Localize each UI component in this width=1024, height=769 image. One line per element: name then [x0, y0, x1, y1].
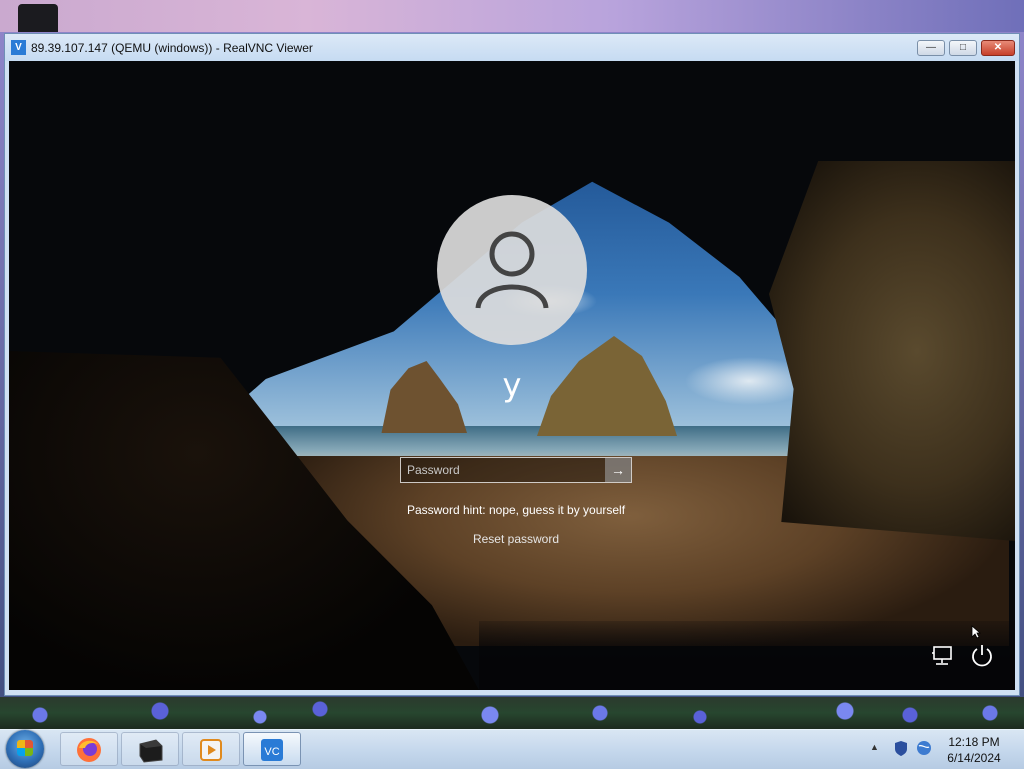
- tray-expand-button[interactable]: ▲: [870, 742, 879, 752]
- host-desktop-top: [0, 0, 1024, 32]
- network-icon[interactable]: [931, 645, 957, 667]
- reset-password-link[interactable]: Reset password: [441, 532, 591, 546]
- maximize-button[interactable]: □: [949, 40, 977, 56]
- host-desktop-object: [18, 4, 58, 32]
- password-field[interactable]: →: [400, 457, 632, 483]
- realvnc-icon: VC: [261, 739, 283, 761]
- taskbar: VC ▲ 12:18 PM 6/14/2024: [0, 729, 1024, 769]
- clock-date: 6/14/2024: [947, 751, 1001, 765]
- user-avatar-icon: [475, 231, 549, 309]
- taskbar-realvnc[interactable]: VC: [243, 732, 301, 766]
- network-globe-icon[interactable]: [916, 740, 932, 756]
- media-player-icon: [200, 739, 222, 761]
- window-title: 89.39.107.147 (QEMU (windows)) - RealVNC…: [31, 41, 313, 55]
- submit-arrow-button[interactable]: →: [605, 458, 631, 482]
- taskbar-media-player[interactable]: [182, 732, 240, 766]
- start-button[interactable]: [6, 730, 44, 768]
- realvnc-icon: V: [11, 40, 26, 55]
- clock-time: 12:18 PM: [948, 735, 1000, 749]
- remote-screen[interactable]: y → Password hint: nope, guess it by you…: [9, 61, 1015, 690]
- taskbar-terminal[interactable]: [121, 732, 179, 766]
- mouse-cursor-icon: [971, 625, 981, 639]
- minimize-button[interactable]: —: [917, 40, 945, 56]
- vnc-viewer-window: V 89.39.107.147 (QEMU (windows)) - RealV…: [4, 33, 1020, 696]
- close-button[interactable]: ✕: [981, 40, 1015, 56]
- username-label: y: [502, 366, 522, 404]
- user-avatar: [437, 195, 587, 345]
- password-input[interactable]: [401, 458, 605, 482]
- firefox-icon: [77, 738, 101, 762]
- window-titlebar[interactable]: V 89.39.107.147 (QEMU (windows)) - RealV…: [5, 34, 1019, 61]
- taskbar-firefox[interactable]: [60, 732, 118, 766]
- svg-text:VC: VC: [264, 746, 279, 758]
- background-cave-wall: [769, 161, 1015, 541]
- system-clock[interactable]: 12:18 PM 6/14/2024: [938, 734, 1010, 766]
- windows-logo-icon: [17, 740, 33, 756]
- terminal-icon: [139, 739, 163, 763]
- security-shield-icon[interactable]: [894, 740, 908, 757]
- password-hint: Password hint: nope, guess it by yoursel…: [406, 503, 626, 517]
- host-desktop-wallpaper: [0, 697, 1024, 729]
- power-icon[interactable]: [969, 643, 995, 667]
